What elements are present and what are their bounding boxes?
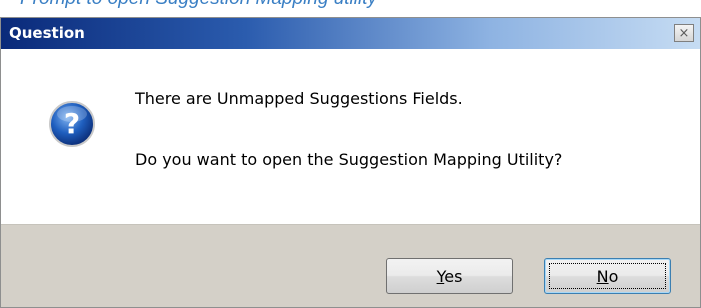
dialog-titlebar[interactable]: Question × bbox=[1, 18, 700, 49]
question-icon: ? bbox=[49, 101, 95, 147]
question-dialog: Question × ? There are Unmapped Suggesti… bbox=[0, 17, 701, 308]
yes-button-label: Yes bbox=[436, 266, 463, 286]
yes-button[interactable]: Yes bbox=[386, 258, 513, 294]
dialog-button-bar: Yes No bbox=[1, 224, 700, 307]
no-button[interactable]: No bbox=[544, 258, 671, 294]
figure-caption: Prompt to open Suggestion Mapping utilit… bbox=[20, 0, 377, 10]
svg-text:?: ? bbox=[64, 107, 80, 140]
close-button[interactable]: × bbox=[674, 24, 694, 42]
close-icon: × bbox=[678, 25, 690, 41]
dialog-content: ? There are Unmapped Suggestions Fields.… bbox=[1, 49, 700, 224]
dialog-title: Question bbox=[9, 24, 85, 42]
message-line-2: Do you want to open the Suggestion Mappi… bbox=[135, 150, 563, 169]
message-line-1: There are Unmapped Suggestions Fields. bbox=[135, 89, 463, 108]
no-button-label: No bbox=[596, 266, 619, 286]
